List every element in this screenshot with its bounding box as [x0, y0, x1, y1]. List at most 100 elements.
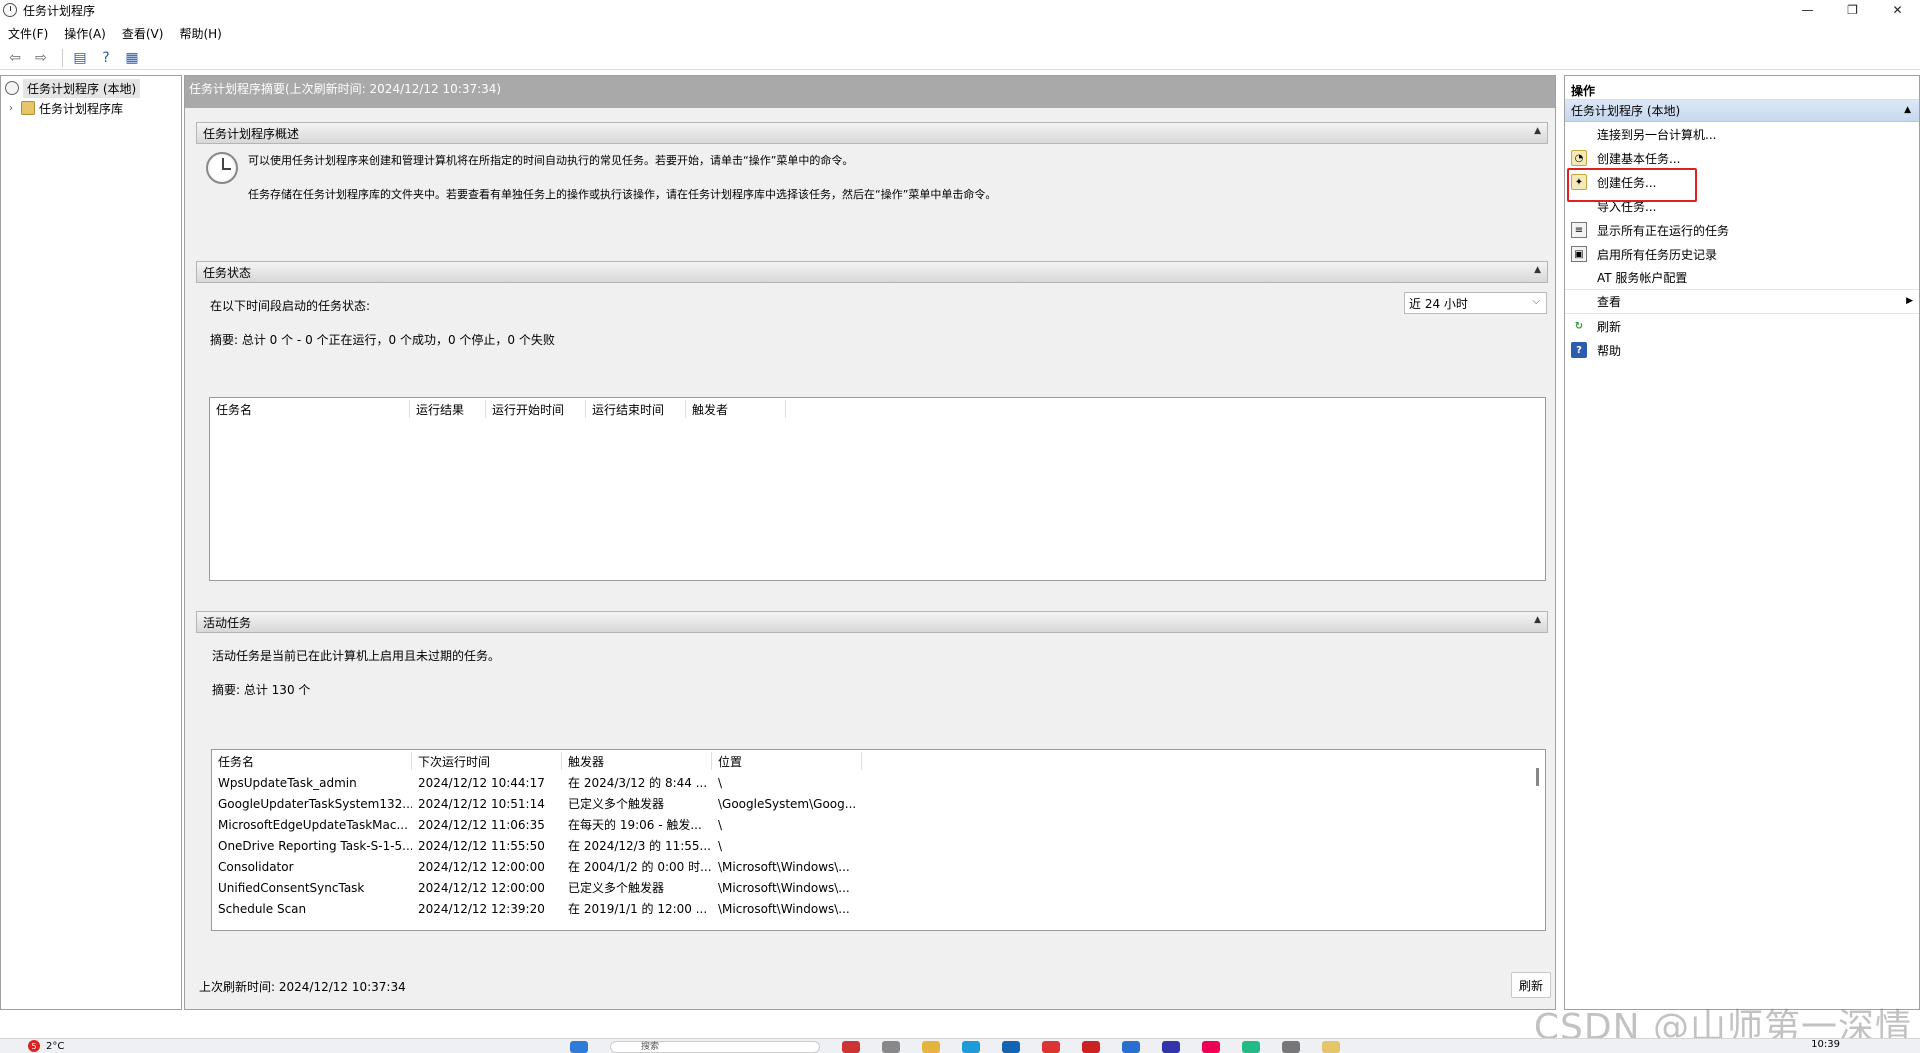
navigation-tree: 任务计划程序 (本地) › 任务计划程序库 [0, 75, 182, 1010]
overview-section-header[interactable]: 任务计划程序概述 ▲ [196, 122, 1548, 144]
action-at-service-config[interactable]: AT 服务帐户配置 [1565, 266, 1919, 290]
table-row[interactable]: Consolidator 2024/12/12 12:00:00 在 2004/1/… [212, 856, 1545, 877]
section-title: 活动任务 [203, 615, 252, 630]
show-hide-tree-icon[interactable]: ▤ [69, 48, 91, 68]
back-arrow-icon[interactable]: ⇦ [4, 48, 26, 68]
chevron-right-icon[interactable]: › [9, 103, 21, 114]
action-create-basic-task[interactable]: ◔ 创建基本任务... [1565, 146, 1919, 170]
weather-widget[interactable]: 5 2°C [28, 1040, 64, 1052]
table-row[interactable]: OneDrive Reporting Task-S-1-5... 2024/12/… [212, 835, 1545, 856]
tree-item-root[interactable]: 任务计划程序 (本地) [1, 78, 181, 98]
collapse-icon[interactable]: ▲ [1534, 265, 1541, 275]
close-button[interactable]: ✕ [1875, 0, 1920, 20]
menu-file[interactable]: 文件(F) [8, 25, 48, 42]
table-header: 任务名 运行结果 运行开始时间 运行结束时间 触发者 [210, 398, 1545, 420]
taskbar-search[interactable]: 搜索 [610, 1041, 820, 1053]
task-scheduler-taskbar-icon[interactable] [1322, 1041, 1340, 1053]
action-refresh[interactable]: ↻ 刷新 [1565, 314, 1919, 338]
folder-icon[interactable] [922, 1041, 940, 1053]
period-label: 在以下时间段启动的任务状态: [210, 299, 371, 313]
column-header-triggered-by[interactable]: 触发者 [686, 400, 786, 418]
table-cell: 2024/12/12 11:55:50 [418, 838, 545, 853]
chevron-down-icon: ⌵ [1532, 296, 1540, 307]
table-row[interactable]: Schedule Scan 2024/12/12 12:39:20 在 2019/1… [212, 898, 1545, 919]
active-tasks-table: 任务名 下次运行时间 触发器 位置 WpsUpdateTask_admin 202… [211, 749, 1546, 931]
app-icon[interactable] [1202, 1041, 1220, 1053]
table-cell: WpsUpdateTask_admin [218, 775, 357, 790]
action-view[interactable]: 查看 ▶ [1565, 290, 1919, 314]
maximize-button[interactable]: ❐ [1830, 0, 1875, 20]
app-icon[interactable] [882, 1041, 900, 1053]
tree-item-library[interactable]: › 任务计划程序库 [1, 98, 181, 118]
menu-action[interactable]: 操作(A) [64, 25, 106, 42]
table-cell: 2024/12/12 12:00:00 [418, 859, 545, 874]
tree-item-label: 任务计划程序库 [39, 101, 124, 116]
overview-section: 任务计划程序概述 ▲ 可以使用任务计划程序来创建和管理计算机将在所指定的时间自动… [196, 122, 1548, 236]
help-icon[interactable]: ? [95, 48, 117, 68]
table-cell: \ [718, 775, 723, 790]
table-cell: UnifiedConsentSyncTask [218, 880, 365, 895]
action-label: 连接到另一台计算机... [1597, 127, 1717, 142]
column-header-task-name[interactable]: 任务名 [212, 752, 412, 770]
table-cell: 在每天的 19:06 - 触发... [568, 818, 702, 832]
action-connect-computer[interactable]: 连接到另一台计算机... [1565, 122, 1919, 146]
toolbar: ⇦ ⇨ ▤ ? ▦ [0, 46, 1920, 70]
start-icon[interactable] [570, 1041, 588, 1053]
show-hide-action-pane-icon[interactable]: ▦ [121, 48, 143, 68]
app-icon[interactable] [1122, 1041, 1140, 1053]
menu-bar: 文件(F) 操作(A) 查看(V) 帮助(H) [0, 22, 1920, 44]
action-label: 启用所有任务历史记录 [1597, 247, 1718, 262]
app-icon[interactable] [1282, 1041, 1300, 1053]
scrollbar[interactable] [1536, 768, 1539, 786]
table-cell: 在 2019/1/1 的 12:00 ... [568, 902, 708, 916]
column-header-next-run[interactable]: 下次运行时间 [412, 752, 562, 770]
action-label: 刷新 [1597, 319, 1622, 334]
browser-icon[interactable] [962, 1041, 980, 1053]
table-row[interactable]: UnifiedConsentSyncTask 2024/12/12 12:00:0… [212, 877, 1545, 898]
table-row[interactable]: WpsUpdateTask_admin 2024/12/12 10:44:17 在 … [212, 772, 1545, 793]
refresh-button[interactable]: 刷新 [1511, 972, 1551, 998]
column-header-trigger[interactable]: 触发器 [562, 752, 712, 770]
action-help[interactable]: ? 帮助 [1565, 338, 1919, 362]
app-icon[interactable] [1082, 1041, 1100, 1053]
active-tasks-section-header[interactable]: 活动任务 ▲ [196, 611, 1548, 633]
minimize-button[interactable]: — [1785, 0, 1830, 20]
table-cell: \ [718, 838, 723, 853]
action-label: 查看 [1597, 295, 1622, 309]
app-icon[interactable] [1042, 1041, 1060, 1053]
collapse-icon[interactable]: ▲ [1534, 615, 1541, 625]
menu-help[interactable]: 帮助(H) [179, 25, 221, 42]
app-icon[interactable] [1162, 1041, 1180, 1053]
period-select[interactable]: 近 24 小时 ⌵ [1404, 292, 1547, 314]
column-header-result[interactable]: 运行结果 [410, 400, 486, 418]
column-header-location[interactable]: 位置 [712, 752, 862, 770]
task-status-section-header[interactable]: 任务状态 ▲ [196, 261, 1548, 283]
table-row[interactable]: MicrosoftEdgeUpdateTaskMac... 2024/12/12 … [212, 814, 1545, 835]
column-header-start-time[interactable]: 运行开始时间 [486, 400, 586, 418]
table-row[interactable]: GoogleUpdaterTaskSystem132.... 2024/12/12… [212, 793, 1545, 814]
chevron-right-icon: ▶ [1906, 296, 1913, 306]
table-cell: 已定义多个触发器 [568, 881, 665, 895]
collapse-icon[interactable]: ▲ [1534, 126, 1541, 136]
forward-arrow-icon[interactable]: ⇨ [30, 48, 52, 68]
active-tasks-section: 活动任务 ▲ 活动任务是当前已在此计算机上启用且未过期的任务。 摘要: 总计 1… [196, 611, 1548, 967]
action-label: 创建基本任务... [1597, 151, 1681, 166]
blank-icon [1571, 294, 1587, 310]
column-header-task-name[interactable]: 任务名 [210, 400, 410, 418]
app-icon[interactable] [842, 1041, 860, 1053]
task-status-section: 任务状态 ▲ 在以下时间段启动的任务状态: 近 24 小时 ⌵ 摘要: 总计 0… [196, 261, 1548, 617]
action-show-running-tasks[interactable]: ≡ 显示所有正在运行的任务 [1565, 218, 1919, 242]
blank-icon [1571, 126, 1587, 142]
clock-icon [206, 152, 238, 184]
column-header-end-time[interactable]: 运行结束时间 [586, 400, 686, 418]
store-icon[interactable] [1002, 1041, 1020, 1053]
taskbar-clock[interactable]: 10:39 [1811, 1039, 1840, 1050]
action-enable-history[interactable]: ▣ 启用所有任务历史记录 [1565, 242, 1919, 266]
menu-view[interactable]: 查看(V) [122, 25, 164, 42]
actions-group-header[interactable]: 任务计划程序 (本地) ▲ [1565, 100, 1919, 122]
table-cell: 2024/12/12 10:51:14 [418, 796, 545, 811]
table-cell: OneDrive Reporting Task-S-1-5... [218, 838, 412, 853]
collapse-icon[interactable]: ▲ [1904, 105, 1911, 115]
table-cell: \GoogleSystem\Goog... [718, 796, 857, 811]
app-icon[interactable] [1242, 1041, 1260, 1053]
